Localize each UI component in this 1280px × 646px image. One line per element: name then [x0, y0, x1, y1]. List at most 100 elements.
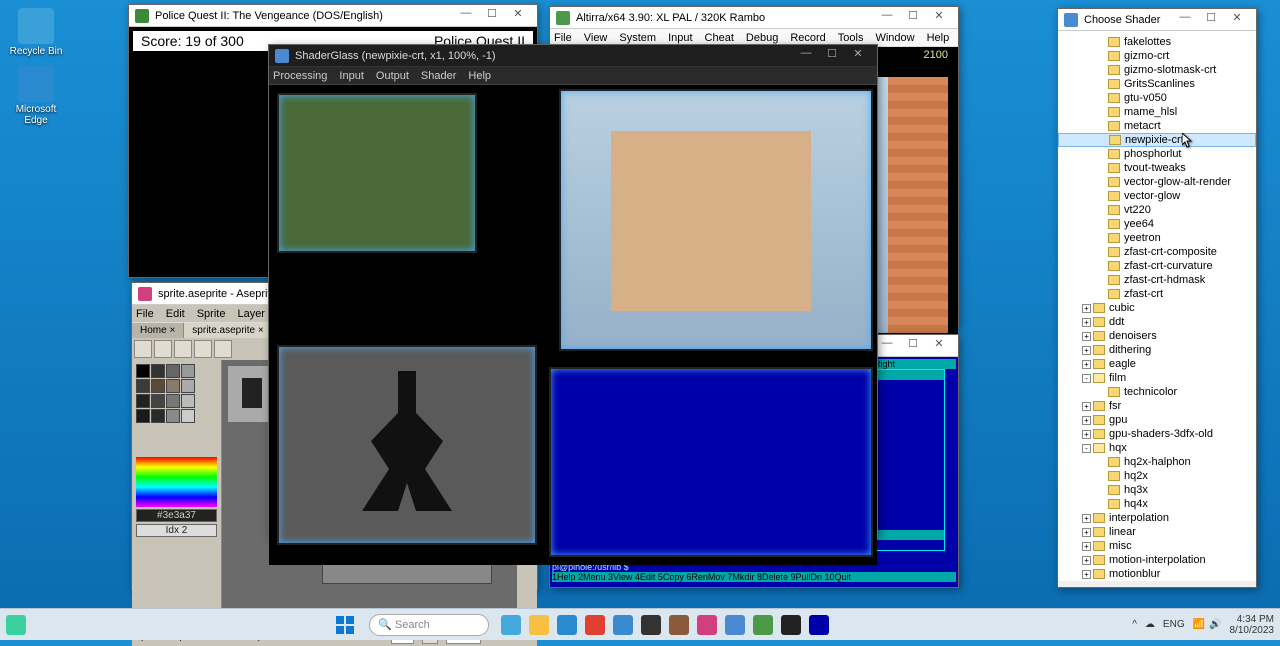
shader-folder-dithering[interactable]: +dithering — [1058, 343, 1256, 357]
minimize-button[interactable]: — — [1172, 11, 1198, 29]
shader-item-tvout-tweaks[interactable]: tvout-tweaks — [1058, 161, 1256, 175]
palette-swatch[interactable] — [136, 379, 150, 393]
menu-view[interactable]: View — [584, 32, 608, 44]
palette-swatch[interactable] — [181, 379, 195, 393]
menu-edit[interactable]: Edit — [166, 308, 185, 320]
tool-btn[interactable] — [194, 340, 212, 358]
taskbar-chrome-icon[interactable] — [585, 615, 605, 635]
shader-folder-denoisers[interactable]: +denoisers — [1058, 329, 1256, 343]
shader-item-metacrt[interactable]: metacrt — [1058, 119, 1256, 133]
close-button[interactable]: ✕ — [926, 337, 952, 355]
menu-layer[interactable]: Layer — [237, 308, 265, 320]
taskbar-vscode-icon[interactable] — [613, 615, 633, 635]
maximize-button[interactable]: ☐ — [900, 337, 926, 355]
mc-fkeys[interactable]: 1Help 2Menu 3View 4Edit 5Copy 6RenMov 7M… — [552, 572, 956, 582]
palette-swatch[interactable] — [136, 364, 150, 378]
close-button[interactable]: ✕ — [1224, 11, 1250, 29]
menu-window[interactable]: Window — [875, 32, 914, 44]
taskbar-mc-icon[interactable] — [809, 615, 829, 635]
shaderglass-window[interactable]: ShaderGlass (newpixie-crt, x1, 100%, -1)… — [268, 44, 878, 538]
menu-file[interactable]: File — [554, 32, 572, 44]
shader-item-newpixie-crt[interactable]: newpixie-crt — [1058, 133, 1256, 147]
sg-titlebar[interactable]: ShaderGlass (newpixie-crt, x1, 100%, -1)… — [269, 45, 877, 67]
shader-item-vector-glow[interactable]: vector-glow — [1058, 189, 1256, 203]
tab-sprite-aseprite[interactable]: sprite.aseprite × — [184, 323, 272, 338]
minimize-button[interactable]: — — [874, 9, 900, 27]
close-button[interactable]: ✕ — [845, 47, 871, 65]
shader-folder-gpu-shaders-3dfx-old[interactable]: +gpu-shaders-3dfx-old — [1058, 427, 1256, 441]
palette-swatch[interactable] — [151, 364, 165, 378]
palette-swatch[interactable] — [166, 394, 180, 408]
taskbar-explorer-icon[interactable] — [529, 615, 549, 635]
menu-system[interactable]: System — [619, 32, 656, 44]
menu-sprite[interactable]: Sprite — [197, 308, 226, 320]
tab-home[interactable]: Home × — [132, 323, 184, 338]
shader-item-vt220[interactable]: vt220 — [1058, 203, 1256, 217]
shader-folder-motion-interpolation[interactable]: +motion-interpolation — [1058, 553, 1256, 567]
shader-item-technicolor[interactable]: technicolor — [1058, 385, 1256, 399]
shader-item-hq4x[interactable]: hq4x — [1058, 497, 1256, 511]
shader-item-gizmo-slotmask-crt[interactable]: gizmo-slotmask-crt — [1058, 63, 1256, 77]
shader-folder-misc[interactable]: +misc — [1058, 539, 1256, 553]
taskbar[interactable]: 🔍 Search ^ ☁ ENG 📶 🔊 4:34 PM8/10/2023 — [0, 608, 1280, 640]
menu-input[interactable]: Input — [668, 32, 692, 44]
taskbar-terminal-icon[interactable] — [641, 615, 661, 635]
shader-folder-fsr[interactable]: +fsr — [1058, 399, 1256, 413]
clock[interactable]: 4:34 PM8/10/2023 — [1230, 614, 1275, 636]
shader-item-phosphorlut[interactable]: phosphorlut — [1058, 147, 1256, 161]
taskbar-gimp-icon[interactable] — [669, 615, 689, 635]
palette-swatch[interactable] — [181, 364, 195, 378]
minimize-button[interactable]: — — [453, 7, 479, 25]
sg-menubar[interactable]: ProcessingInputOutputShaderHelp — [269, 67, 877, 85]
edge-desktop-icon[interactable]: Microsoft Edge — [6, 66, 66, 126]
shader-item-yeetron[interactable]: yeetron — [1058, 231, 1256, 245]
palette-swatch[interactable] — [181, 409, 195, 423]
menu-output[interactable]: Output — [376, 70, 409, 82]
pq-titlebar[interactable]: Police Quest II: The Vengeance (DOS/Engl… — [129, 5, 537, 27]
choose-shader-window[interactable]: Choose Shader — ☐ ✕ fakelottesgizmo-crtg… — [1057, 8, 1257, 588]
shader-item-GritsScanlines[interactable]: GritsScanlines — [1058, 77, 1256, 91]
shader-folder-linear[interactable]: +linear — [1058, 525, 1256, 539]
altirra-titlebar[interactable]: Altirra/x64 3.90: XL PAL / 320K Rambo — … — [550, 7, 958, 29]
shader-item-zfast-crt-composite[interactable]: zfast-crt-composite — [1058, 245, 1256, 259]
cs-titlebar[interactable]: Choose Shader — ☐ ✕ — [1058, 9, 1256, 31]
menu-record[interactable]: Record — [790, 32, 825, 44]
palette-swatch[interactable] — [136, 409, 150, 423]
palette-swatch[interactable] — [181, 394, 195, 408]
menu-tools[interactable]: Tools — [838, 32, 864, 44]
shader-item-zfast-crt-hdmask[interactable]: zfast-crt-hdmask — [1058, 273, 1256, 287]
shader-item-hq3x[interactable]: hq3x — [1058, 483, 1256, 497]
tool-btn[interactable] — [134, 340, 152, 358]
start-button[interactable] — [329, 613, 361, 637]
system-tray[interactable]: ^ ☁ ENG 📶 🔊 4:34 PM8/10/2023 — [1132, 614, 1274, 636]
shader-item-hq2x[interactable]: hq2x — [1058, 469, 1256, 483]
palette-swatch[interactable] — [151, 394, 165, 408]
tool-btn[interactable] — [154, 340, 172, 358]
close-button[interactable]: ✕ — [926, 9, 952, 27]
shader-folder-ddt[interactable]: +ddt — [1058, 315, 1256, 329]
shader-folder-gpu[interactable]: +gpu — [1058, 413, 1256, 427]
tray-chevron-icon[interactable]: ^ — [1132, 619, 1137, 630]
palette-swatch[interactable] — [151, 379, 165, 393]
widgets-button[interactable] — [6, 615, 26, 635]
tool-btn[interactable] — [174, 340, 192, 358]
close-button[interactable]: ✕ — [505, 7, 531, 25]
palette-swatch[interactable] — [166, 379, 180, 393]
menu-debug[interactable]: Debug — [746, 32, 778, 44]
menu-cheat[interactable]: Cheat — [705, 32, 734, 44]
shader-item-vector-glow-alt-render[interactable]: vector-glow-alt-render — [1058, 175, 1256, 189]
taskbar-retroarch-icon[interactable] — [781, 615, 801, 635]
palette-swatch[interactable] — [136, 394, 150, 408]
shader-item-fakelottes[interactable]: fakelottes — [1058, 35, 1256, 49]
minimize-button[interactable]: — — [793, 47, 819, 65]
menu-shader[interactable]: Shader — [421, 70, 456, 82]
recycle-bin-desktop-icon[interactable]: Recycle Bin — [6, 8, 66, 57]
shader-item-hq2x-halphon[interactable]: hq2x-halphon — [1058, 455, 1256, 469]
menu-processing[interactable]: Processing — [273, 70, 327, 82]
menu-help[interactable]: Help — [468, 70, 491, 82]
shader-tree[interactable]: fakelottesgizmo-crtgizmo-slotmask-crtGri… — [1058, 31, 1256, 581]
maximize-button[interactable]: ☐ — [479, 7, 505, 25]
shader-folder-interpolation[interactable]: +interpolation — [1058, 511, 1256, 525]
maximize-button[interactable]: ☐ — [819, 47, 845, 65]
taskbar-edge-icon[interactable] — [557, 615, 577, 635]
